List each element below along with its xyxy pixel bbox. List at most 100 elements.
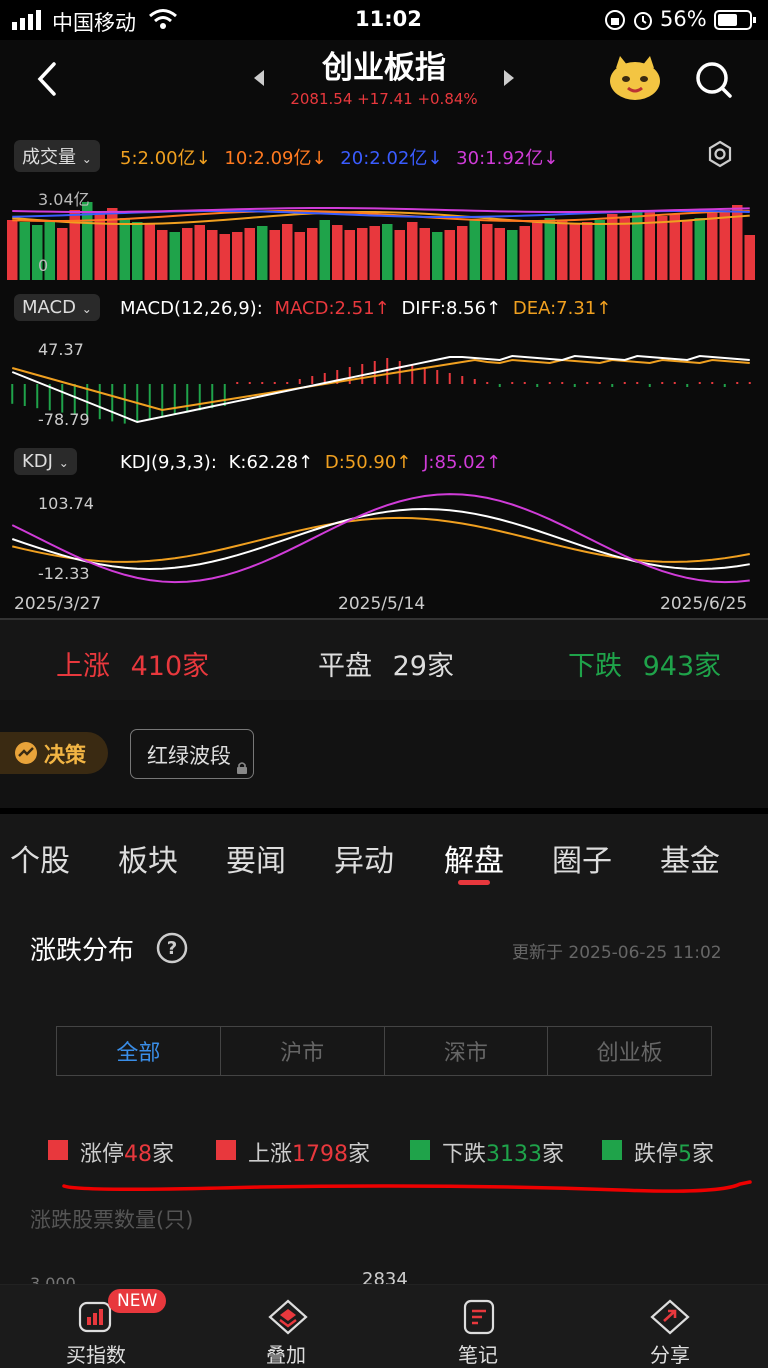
kdj-selector-label: KDJ — [22, 451, 53, 472]
chevron-down-icon: ⌄ — [81, 302, 92, 316]
macd-ymin: -78.79 — [38, 410, 90, 429]
search-icon[interactable] — [694, 60, 734, 104]
kdj-ymin: -12.33 — [38, 564, 90, 583]
volume-bar — [394, 230, 405, 280]
kdj-chart — [11, 493, 750, 584]
tab-stocks[interactable]: 个股 — [10, 836, 70, 880]
volume-bar — [119, 218, 130, 280]
volume-bar — [444, 230, 455, 280]
volume-bar — [494, 228, 505, 280]
chevron-down-icon: ⌄ — [58, 456, 69, 470]
volume-bar — [169, 232, 180, 280]
nav-overlay-label: 叠加 — [266, 1343, 306, 1367]
limit-up-count: 48 — [124, 1142, 153, 1167]
tab-funds[interactable]: 基金 — [660, 836, 720, 880]
index-change: +17.41 — [357, 90, 413, 108]
segment-all[interactable]: 全部 — [56, 1026, 221, 1076]
macd-legend: MACD(12,26,9): MACD:2.51↑ DIFF:8.56↑ DEA… — [120, 298, 611, 319]
volume-bar — [694, 218, 705, 280]
segment-shanghai[interactable]: 沪市 — [220, 1026, 385, 1076]
legend-up: 上涨1798家 — [248, 1136, 370, 1168]
limit-down-label: 跌停 — [634, 1142, 679, 1167]
volume-bar — [569, 224, 580, 280]
volume-ma20: 20:2.02亿↓ — [340, 148, 443, 169]
up-swatch — [216, 1140, 236, 1160]
limit-down-unit: 家 — [692, 1142, 715, 1167]
settings-gear-icon[interactable] — [706, 140, 734, 172]
dea-value: DEA:7.31↑ — [512, 298, 612, 319]
volume-bar — [357, 228, 368, 280]
market-breadth: 上涨 410家 平盘 29家 下跌 943家 — [0, 620, 768, 700]
volume-indicator-selector[interactable]: 成交量 ⌄ — [14, 140, 100, 172]
lock-icon — [235, 760, 249, 779]
volume-ma10: 10:2.09亿↓ — [224, 148, 327, 169]
volume-bar — [557, 220, 568, 280]
limit-up-label: 涨停 — [80, 1142, 125, 1167]
red-green-band-button[interactable]: 红绿波段 — [130, 729, 254, 779]
volume-bar — [707, 212, 718, 280]
volume-bar — [282, 224, 293, 280]
volume-chart — [7, 202, 755, 280]
tab-movements[interactable]: 异动 — [334, 836, 394, 880]
volume-bar — [632, 210, 643, 280]
nav-notes[interactable]: 笔记 — [440, 1285, 520, 1368]
volume-bar — [194, 225, 205, 280]
help-icon[interactable]: ? — [156, 932, 188, 968]
wifi-icon — [148, 8, 178, 35]
diff-value: DIFF:8.56↑ — [401, 298, 502, 319]
prev-stock-icon[interactable] — [252, 68, 266, 92]
volume-bar — [469, 220, 480, 280]
volume-bar — [419, 228, 430, 280]
macd-ymax: 47.37 — [38, 340, 84, 359]
d-value: D:50.90↑ — [324, 452, 412, 473]
nav-overlay[interactable]: 叠加 — [248, 1285, 328, 1368]
limit-up-unit: 家 — [152, 1142, 175, 1167]
tab-community[interactable]: 圈子 — [552, 836, 612, 880]
macd-params: MACD(12,26,9): — [120, 298, 263, 319]
index-price: 2081.54 — [290, 90, 353, 108]
nav-notes-label: 笔记 — [458, 1343, 498, 1367]
volume-bar — [507, 230, 518, 280]
volume-bar — [382, 224, 393, 280]
macd-selector-label: MACD — [22, 297, 76, 318]
next-stock-icon[interactable] — [502, 68, 516, 92]
index-quote: 2081.54 +17.41 +0.84% — [274, 90, 494, 108]
volume-bar — [719, 210, 730, 280]
legend-limit-up: 涨停48家 — [80, 1136, 174, 1168]
segment-shenzhen[interactable]: 深市 — [384, 1026, 549, 1076]
volume-ma30: 30:1.92亿↓ — [456, 148, 559, 169]
volume-bar — [332, 225, 343, 280]
battery-percent: 56% — [660, 7, 707, 31]
nav-share[interactable]: 分享 — [632, 1285, 712, 1368]
breadth-down-label: 下跌 — [568, 651, 622, 682]
nav-share-label: 分享 — [650, 1343, 690, 1367]
signal-icon — [12, 10, 46, 35]
bottom-nav: 买指数 NEW 叠加 笔记 分享 — [0, 1284, 768, 1368]
segment-chinext[interactable]: 创业板 — [548, 1026, 712, 1076]
limit-down-count: 5 — [678, 1142, 693, 1167]
distribution-legend: 涨停48家 上涨1798家 下跌3133家 跌停5家 — [48, 1136, 748, 1168]
volume-ma5: 5:2.00亿↓ — [120, 148, 211, 169]
tab-news[interactable]: 要闻 — [226, 836, 286, 880]
kdj-indicator-selector[interactable]: KDJ ⌄ — [14, 448, 77, 475]
market-content: 个股 板块 要闻 异动 解盘 圈子 基金 涨跌分布 ? 更新于 2025-06-… — [0, 814, 768, 1293]
breadth-flat-label: 平盘 — [318, 651, 372, 682]
legend-limit-down: 跌停5家 — [634, 1136, 714, 1168]
back-icon[interactable] — [32, 60, 60, 102]
stock-header: 创业板指 2081.54 +17.41 +0.84% — [0, 40, 768, 118]
decision-badge[interactable]: 决策 — [0, 732, 108, 774]
tab-sectors[interactable]: 板块 — [118, 836, 178, 880]
new-badge: NEW — [108, 1289, 167, 1313]
red-green-band-label: 红绿波段 — [147, 744, 231, 768]
tab-analysis[interactable]: 解盘 — [444, 836, 504, 880]
section-title: 涨跌分布 — [30, 936, 135, 966]
down-unit: 家 — [542, 1142, 565, 1167]
distribution-chart-title: 涨跌股票数量(只) — [30, 1208, 194, 1232]
volume-bar — [544, 218, 555, 280]
mascot-icon[interactable] — [606, 54, 664, 108]
volume-bar — [57, 228, 68, 280]
volume-ymin: 0 — [38, 256, 49, 275]
up-count: 1798 — [292, 1142, 349, 1167]
macd-indicator-selector[interactable]: MACD ⌄ — [14, 294, 100, 321]
volume-bar — [144, 224, 155, 280]
